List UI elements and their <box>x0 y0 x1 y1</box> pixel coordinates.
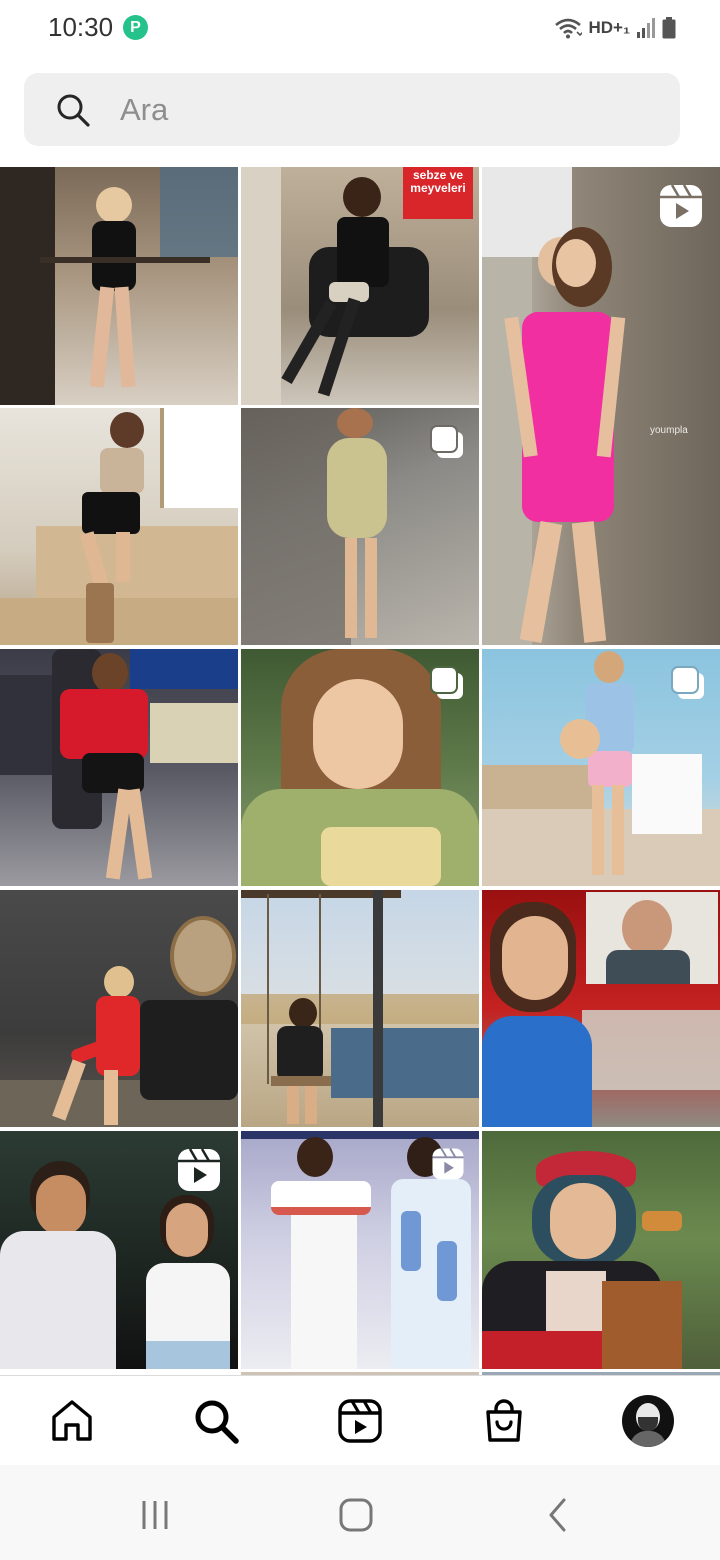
shop-icon <box>486 1399 522 1442</box>
recents-button[interactable] <box>131 1491 179 1539</box>
profile-avatar <box>622 1395 674 1447</box>
carousel-icon <box>430 666 463 699</box>
nav-profile[interactable] <box>621 1394 675 1448</box>
grid-post-7[interactable] <box>241 649 479 886</box>
signal-icon <box>637 18 655 38</box>
reels-icon <box>338 1399 382 1443</box>
grid-post-3[interactable]: youmpla <box>482 167 720 645</box>
nav-search[interactable] <box>189 1394 243 1448</box>
grid-post-5[interactable] <box>241 408 479 645</box>
grid-post-6[interactable] <box>0 649 238 886</box>
grid-post-10[interactable] <box>241 890 479 1127</box>
back-icon <box>549 1498 566 1532</box>
search-icon <box>57 94 90 127</box>
wifi-icon <box>555 18 583 39</box>
recents-icon <box>142 1501 168 1529</box>
grid-post-2[interactable]: sebze ve meyveleri <box>241 167 479 405</box>
post-thumbnail-figure <box>0 167 55 405</box>
grid-post-11[interactable] <box>482 890 720 1127</box>
post-overlay-text: sebze ve meyveleri <box>410 168 466 195</box>
reels-icon <box>432 1148 464 1180</box>
grid-post-1[interactable] <box>0 167 238 405</box>
status-time: 10:30 <box>48 12 114 42</box>
status-indicators: HD+₁ <box>554 14 676 42</box>
grid-post-14[interactable] <box>482 1131 720 1369</box>
post-overlay-text: youmpla <box>650 425 688 436</box>
nav-home[interactable] <box>45 1394 99 1448</box>
grid-post-4[interactable] <box>0 408 238 645</box>
system-navigation-bar <box>0 1465 720 1560</box>
bottom-navigation <box>0 1375 720 1465</box>
nav-reels[interactable] <box>333 1394 387 1448</box>
nav-shop[interactable] <box>477 1394 531 1448</box>
carousel-icon <box>671 666 704 699</box>
search-input[interactable] <box>120 73 660 146</box>
search-bar[interactable] <box>24 73 680 146</box>
grid-post-8[interactable] <box>482 649 720 886</box>
explore-grid: sebze ve meyveleri youmpla <box>0 167 720 1375</box>
reels-icon <box>660 184 702 227</box>
grid-post-13[interactable] <box>241 1131 479 1369</box>
back-button[interactable] <box>534 1491 582 1539</box>
battery-icon <box>662 17 676 39</box>
search-icon <box>195 1400 239 1444</box>
reels-icon <box>178 1148 220 1191</box>
home-button-icon <box>339 1498 373 1532</box>
network-type-label: HD+₁ <box>588 18 630 37</box>
status-bar: 10:30 P HD+₁ <box>0 0 720 56</box>
app-notification-icon: P <box>123 15 148 40</box>
carousel-icon <box>430 425 463 458</box>
system-home-button[interactable] <box>332 1491 380 1539</box>
grid-post-12[interactable] <box>0 1131 238 1369</box>
grid-post-9[interactable] <box>0 890 238 1127</box>
home-icon <box>52 1400 92 1441</box>
